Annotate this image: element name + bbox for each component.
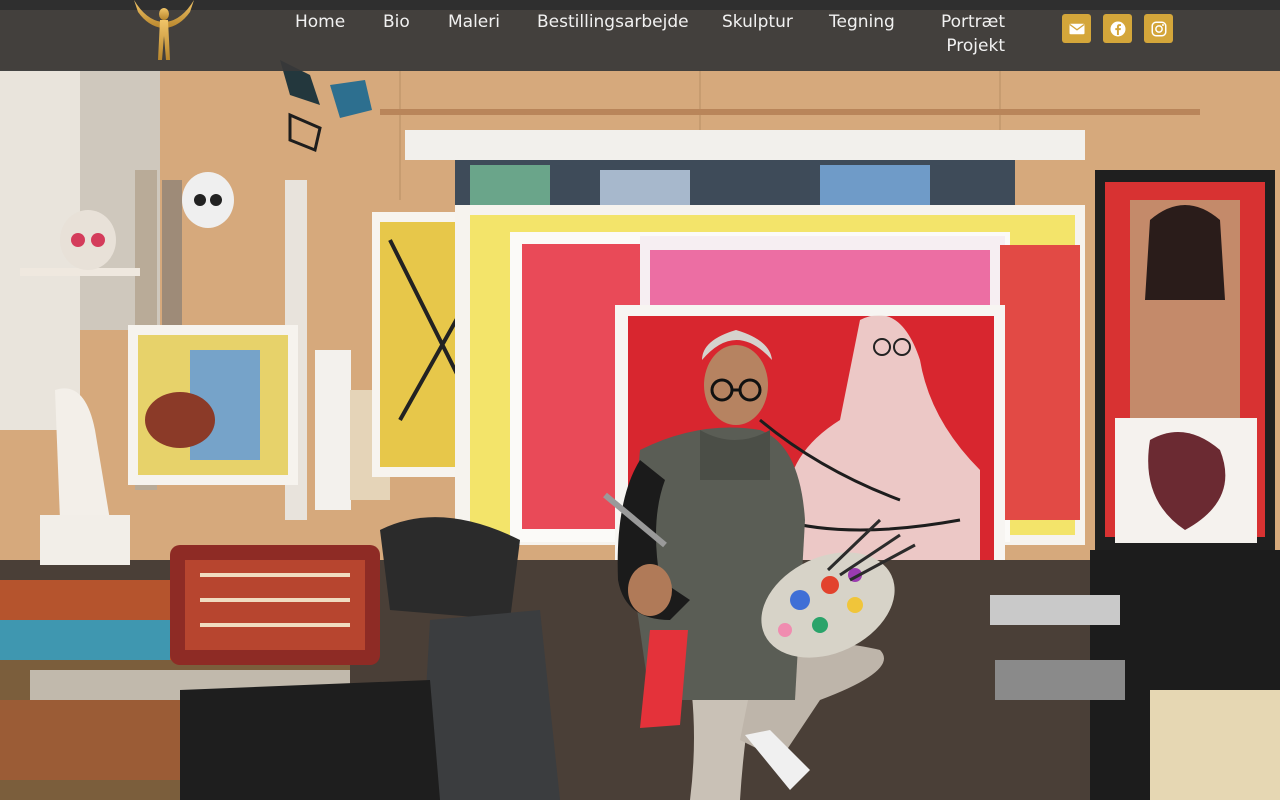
nav-item-skulptur[interactable]: Skulptur (722, 10, 793, 34)
page: Home Bio Maleri Bestillingsarbejde Skulp… (0, 0, 1280, 800)
nav-item-tegning[interactable]: Tegning (829, 10, 895, 34)
nav-item-bestillingsarbejde[interactable]: Bestillingsarbejde (537, 10, 689, 34)
instagram-icon (1151, 21, 1166, 36)
artist-studio-photo-icon (0, 0, 1280, 800)
email-button[interactable] (1062, 14, 1091, 43)
facebook-icon (1110, 21, 1125, 36)
envelope-icon (1068, 23, 1085, 34)
instagram-button[interactable] (1144, 14, 1173, 43)
facebook-button[interactable] (1103, 14, 1132, 43)
nav-item-home[interactable]: Home (295, 10, 345, 34)
nav-item-maleri[interactable]: Maleri (448, 10, 500, 34)
golden-winged-figure-logo-icon[interactable] (128, 0, 200, 64)
hero-image (0, 0, 1280, 800)
nav-item-bio[interactable]: Bio (383, 10, 410, 34)
nav-item-portraet-projekt[interactable]: Portræt Projekt (935, 10, 1005, 58)
